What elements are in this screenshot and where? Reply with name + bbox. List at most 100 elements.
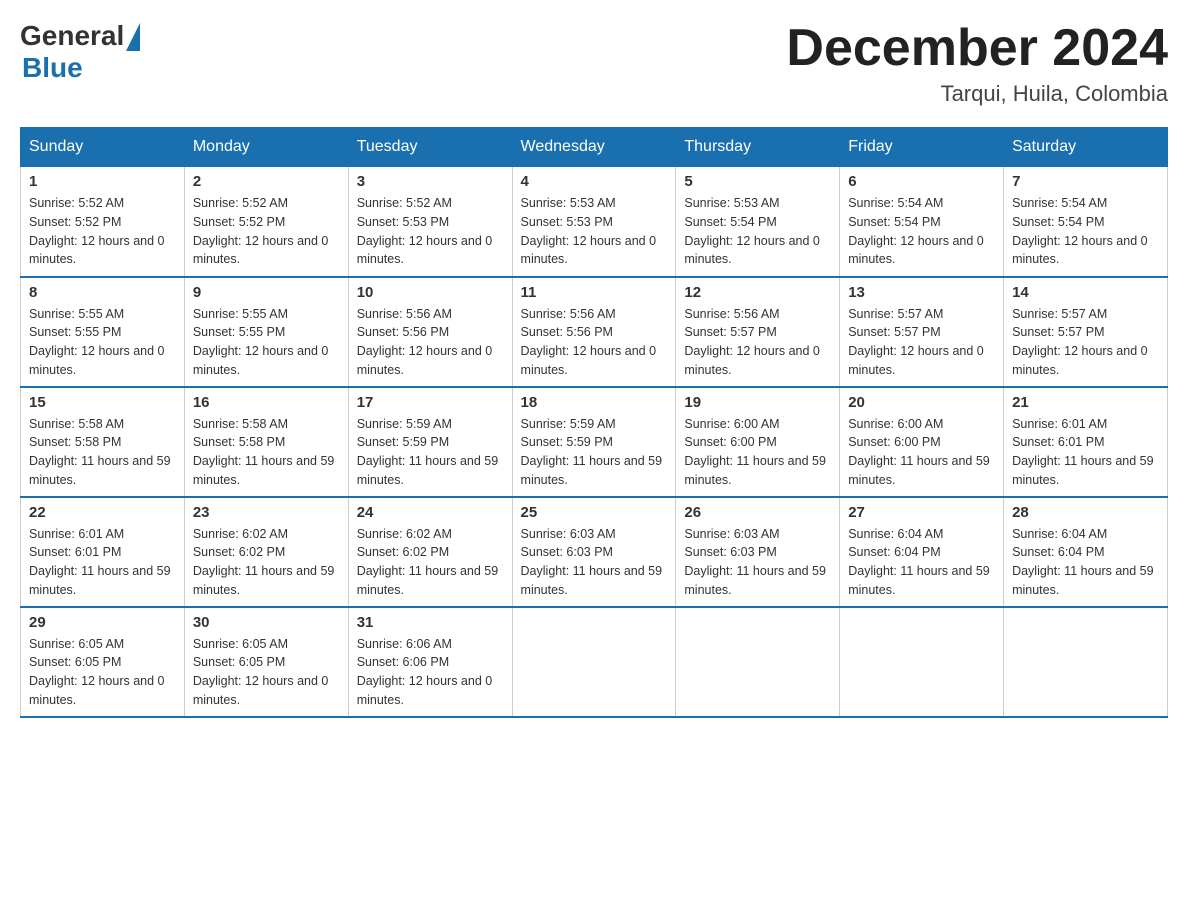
calendar-day-cell: 6 Sunrise: 5:54 AMSunset: 5:54 PMDayligh… [840, 167, 1004, 277]
logo-triangle-icon [126, 23, 140, 51]
calendar-day-cell: 2 Sunrise: 5:52 AMSunset: 5:52 PMDayligh… [184, 167, 348, 277]
calendar-day-cell: 29 Sunrise: 6:05 AMSunset: 6:05 PMDaylig… [21, 607, 185, 717]
col-thursday: Thursday [676, 128, 840, 167]
day-number: 20 [848, 394, 995, 411]
calendar-day-cell: 13 Sunrise: 5:57 AMSunset: 5:57 PMDaylig… [840, 277, 1004, 387]
calendar-day-cell: 5 Sunrise: 5:53 AMSunset: 5:54 PMDayligh… [676, 167, 840, 277]
calendar-day-cell: 19 Sunrise: 6:00 AMSunset: 6:00 PMDaylig… [676, 387, 840, 497]
calendar-day-cell: 22 Sunrise: 6:01 AMSunset: 6:01 PMDaylig… [21, 497, 185, 607]
day-number: 8 [29, 284, 176, 301]
day-number: 12 [684, 284, 831, 301]
day-info: Sunrise: 5:59 AMSunset: 5:59 PMDaylight:… [521, 417, 663, 487]
calendar-day-cell: 15 Sunrise: 5:58 AMSunset: 5:58 PMDaylig… [21, 387, 185, 497]
logo-blue-text: Blue [22, 52, 83, 84]
day-info: Sunrise: 5:57 AMSunset: 5:57 PMDaylight:… [848, 307, 984, 377]
day-info: Sunrise: 5:57 AMSunset: 5:57 PMDaylight:… [1012, 307, 1148, 377]
day-info: Sunrise: 6:00 AMSunset: 6:00 PMDaylight:… [848, 417, 990, 487]
day-info: Sunrise: 6:00 AMSunset: 6:00 PMDaylight:… [684, 417, 826, 487]
calendar-day-cell [840, 607, 1004, 717]
calendar-table: Sunday Monday Tuesday Wednesday Thursday… [20, 127, 1168, 718]
day-number: 3 [357, 173, 504, 190]
day-number: 31 [357, 614, 504, 631]
col-friday: Friday [840, 128, 1004, 167]
calendar-day-cell: 3 Sunrise: 5:52 AMSunset: 5:53 PMDayligh… [348, 167, 512, 277]
calendar-header: Sunday Monday Tuesday Wednesday Thursday… [21, 128, 1168, 167]
calendar-day-cell: 26 Sunrise: 6:03 AMSunset: 6:03 PMDaylig… [676, 497, 840, 607]
day-info: Sunrise: 6:04 AMSunset: 6:04 PMDaylight:… [848, 527, 990, 597]
day-info: Sunrise: 5:55 AMSunset: 5:55 PMDaylight:… [193, 307, 329, 377]
day-info: Sunrise: 5:55 AMSunset: 5:55 PMDaylight:… [29, 307, 165, 377]
calendar-day-cell: 27 Sunrise: 6:04 AMSunset: 6:04 PMDaylig… [840, 497, 1004, 607]
day-number: 11 [521, 284, 668, 301]
day-number: 15 [29, 394, 176, 411]
col-monday: Monday [184, 128, 348, 167]
day-number: 21 [1012, 394, 1159, 411]
day-number: 30 [193, 614, 340, 631]
calendar-day-cell: 18 Sunrise: 5:59 AMSunset: 5:59 PMDaylig… [512, 387, 676, 497]
day-number: 13 [848, 284, 995, 301]
col-sunday: Sunday [21, 128, 185, 167]
calendar-day-cell: 7 Sunrise: 5:54 AMSunset: 5:54 PMDayligh… [1004, 167, 1168, 277]
day-number: 10 [357, 284, 504, 301]
calendar-day-cell: 28 Sunrise: 6:04 AMSunset: 6:04 PMDaylig… [1004, 497, 1168, 607]
day-info: Sunrise: 6:06 AMSunset: 6:06 PMDaylight:… [357, 637, 493, 707]
calendar-day-cell: 10 Sunrise: 5:56 AMSunset: 5:56 PMDaylig… [348, 277, 512, 387]
calendar-day-cell: 20 Sunrise: 6:00 AMSunset: 6:00 PMDaylig… [840, 387, 1004, 497]
calendar-day-cell: 24 Sunrise: 6:02 AMSunset: 6:02 PMDaylig… [348, 497, 512, 607]
day-info: Sunrise: 5:54 AMSunset: 5:54 PMDaylight:… [1012, 196, 1148, 266]
day-info: Sunrise: 5:58 AMSunset: 5:58 PMDaylight:… [29, 417, 171, 487]
day-number: 5 [684, 173, 831, 190]
day-number: 19 [684, 394, 831, 411]
day-info: Sunrise: 5:52 AMSunset: 5:52 PMDaylight:… [193, 196, 329, 266]
calendar-day-cell [676, 607, 840, 717]
col-wednesday: Wednesday [512, 128, 676, 167]
day-info: Sunrise: 5:58 AMSunset: 5:58 PMDaylight:… [193, 417, 335, 487]
day-number: 9 [193, 284, 340, 301]
day-info: Sunrise: 5:53 AMSunset: 5:53 PMDaylight:… [521, 196, 657, 266]
day-number: 2 [193, 173, 340, 190]
calendar-week-row: 29 Sunrise: 6:05 AMSunset: 6:05 PMDaylig… [21, 607, 1168, 717]
day-info: Sunrise: 5:56 AMSunset: 5:56 PMDaylight:… [521, 307, 657, 377]
day-number: 17 [357, 394, 504, 411]
day-number: 22 [29, 504, 176, 521]
calendar-week-row: 22 Sunrise: 6:01 AMSunset: 6:01 PMDaylig… [21, 497, 1168, 607]
calendar-day-cell: 16 Sunrise: 5:58 AMSunset: 5:58 PMDaylig… [184, 387, 348, 497]
day-info: Sunrise: 5:56 AMSunset: 5:56 PMDaylight:… [357, 307, 493, 377]
logo-general-text: General [20, 20, 124, 52]
logo: General Blue [20, 20, 140, 84]
day-number: 4 [521, 173, 668, 190]
month-title: December 2024 [786, 20, 1168, 77]
day-number: 18 [521, 394, 668, 411]
calendar-day-cell: 31 Sunrise: 6:06 AMSunset: 6:06 PMDaylig… [348, 607, 512, 717]
day-info: Sunrise: 5:56 AMSunset: 5:57 PMDaylight:… [684, 307, 820, 377]
calendar-day-cell: 8 Sunrise: 5:55 AMSunset: 5:55 PMDayligh… [21, 277, 185, 387]
calendar-day-cell: 23 Sunrise: 6:02 AMSunset: 6:02 PMDaylig… [184, 497, 348, 607]
calendar-week-row: 8 Sunrise: 5:55 AMSunset: 5:55 PMDayligh… [21, 277, 1168, 387]
day-info: Sunrise: 6:05 AMSunset: 6:05 PMDaylight:… [193, 637, 329, 707]
day-number: 26 [684, 504, 831, 521]
calendar-day-cell: 9 Sunrise: 5:55 AMSunset: 5:55 PMDayligh… [184, 277, 348, 387]
day-info: Sunrise: 5:59 AMSunset: 5:59 PMDaylight:… [357, 417, 499, 487]
calendar-day-cell: 4 Sunrise: 5:53 AMSunset: 5:53 PMDayligh… [512, 167, 676, 277]
col-saturday: Saturday [1004, 128, 1168, 167]
header-row: Sunday Monday Tuesday Wednesday Thursday… [21, 128, 1168, 167]
day-number: 16 [193, 394, 340, 411]
day-number: 23 [193, 504, 340, 521]
day-number: 14 [1012, 284, 1159, 301]
day-number: 1 [29, 173, 176, 190]
day-info: Sunrise: 6:01 AMSunset: 6:01 PMDaylight:… [29, 527, 171, 597]
day-info: Sunrise: 6:01 AMSunset: 6:01 PMDaylight:… [1012, 417, 1154, 487]
calendar-day-cell: 11 Sunrise: 5:56 AMSunset: 5:56 PMDaylig… [512, 277, 676, 387]
calendar-day-cell: 14 Sunrise: 5:57 AMSunset: 5:57 PMDaylig… [1004, 277, 1168, 387]
calendar-day-cell [512, 607, 676, 717]
day-number: 7 [1012, 173, 1159, 190]
day-info: Sunrise: 5:54 AMSunset: 5:54 PMDaylight:… [848, 196, 984, 266]
day-number: 27 [848, 504, 995, 521]
day-number: 28 [1012, 504, 1159, 521]
calendar-day-cell: 12 Sunrise: 5:56 AMSunset: 5:57 PMDaylig… [676, 277, 840, 387]
calendar-day-cell: 17 Sunrise: 5:59 AMSunset: 5:59 PMDaylig… [348, 387, 512, 497]
day-number: 6 [848, 173, 995, 190]
day-info: Sunrise: 6:04 AMSunset: 6:04 PMDaylight:… [1012, 527, 1154, 597]
day-info: Sunrise: 5:52 AMSunset: 5:52 PMDaylight:… [29, 196, 165, 266]
day-number: 29 [29, 614, 176, 631]
